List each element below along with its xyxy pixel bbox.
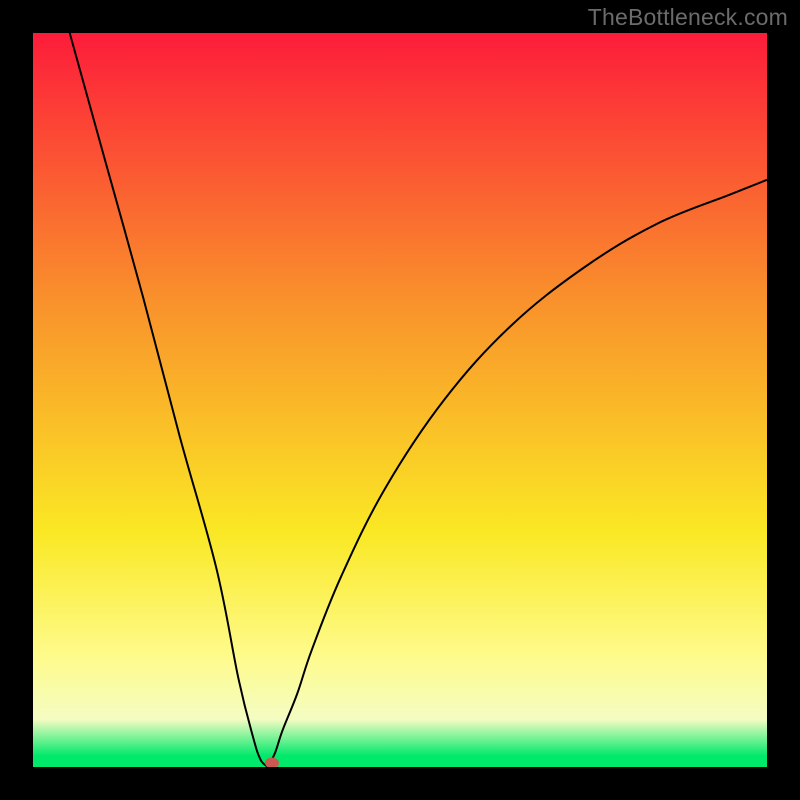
chart-frame: TheBottleneck.com <box>0 0 800 800</box>
watermark-text: TheBottleneck.com <box>588 4 788 31</box>
gradient-rect <box>33 33 767 767</box>
plot-svg <box>33 33 767 767</box>
minimum-marker <box>265 758 279 767</box>
plot-area <box>33 33 767 767</box>
